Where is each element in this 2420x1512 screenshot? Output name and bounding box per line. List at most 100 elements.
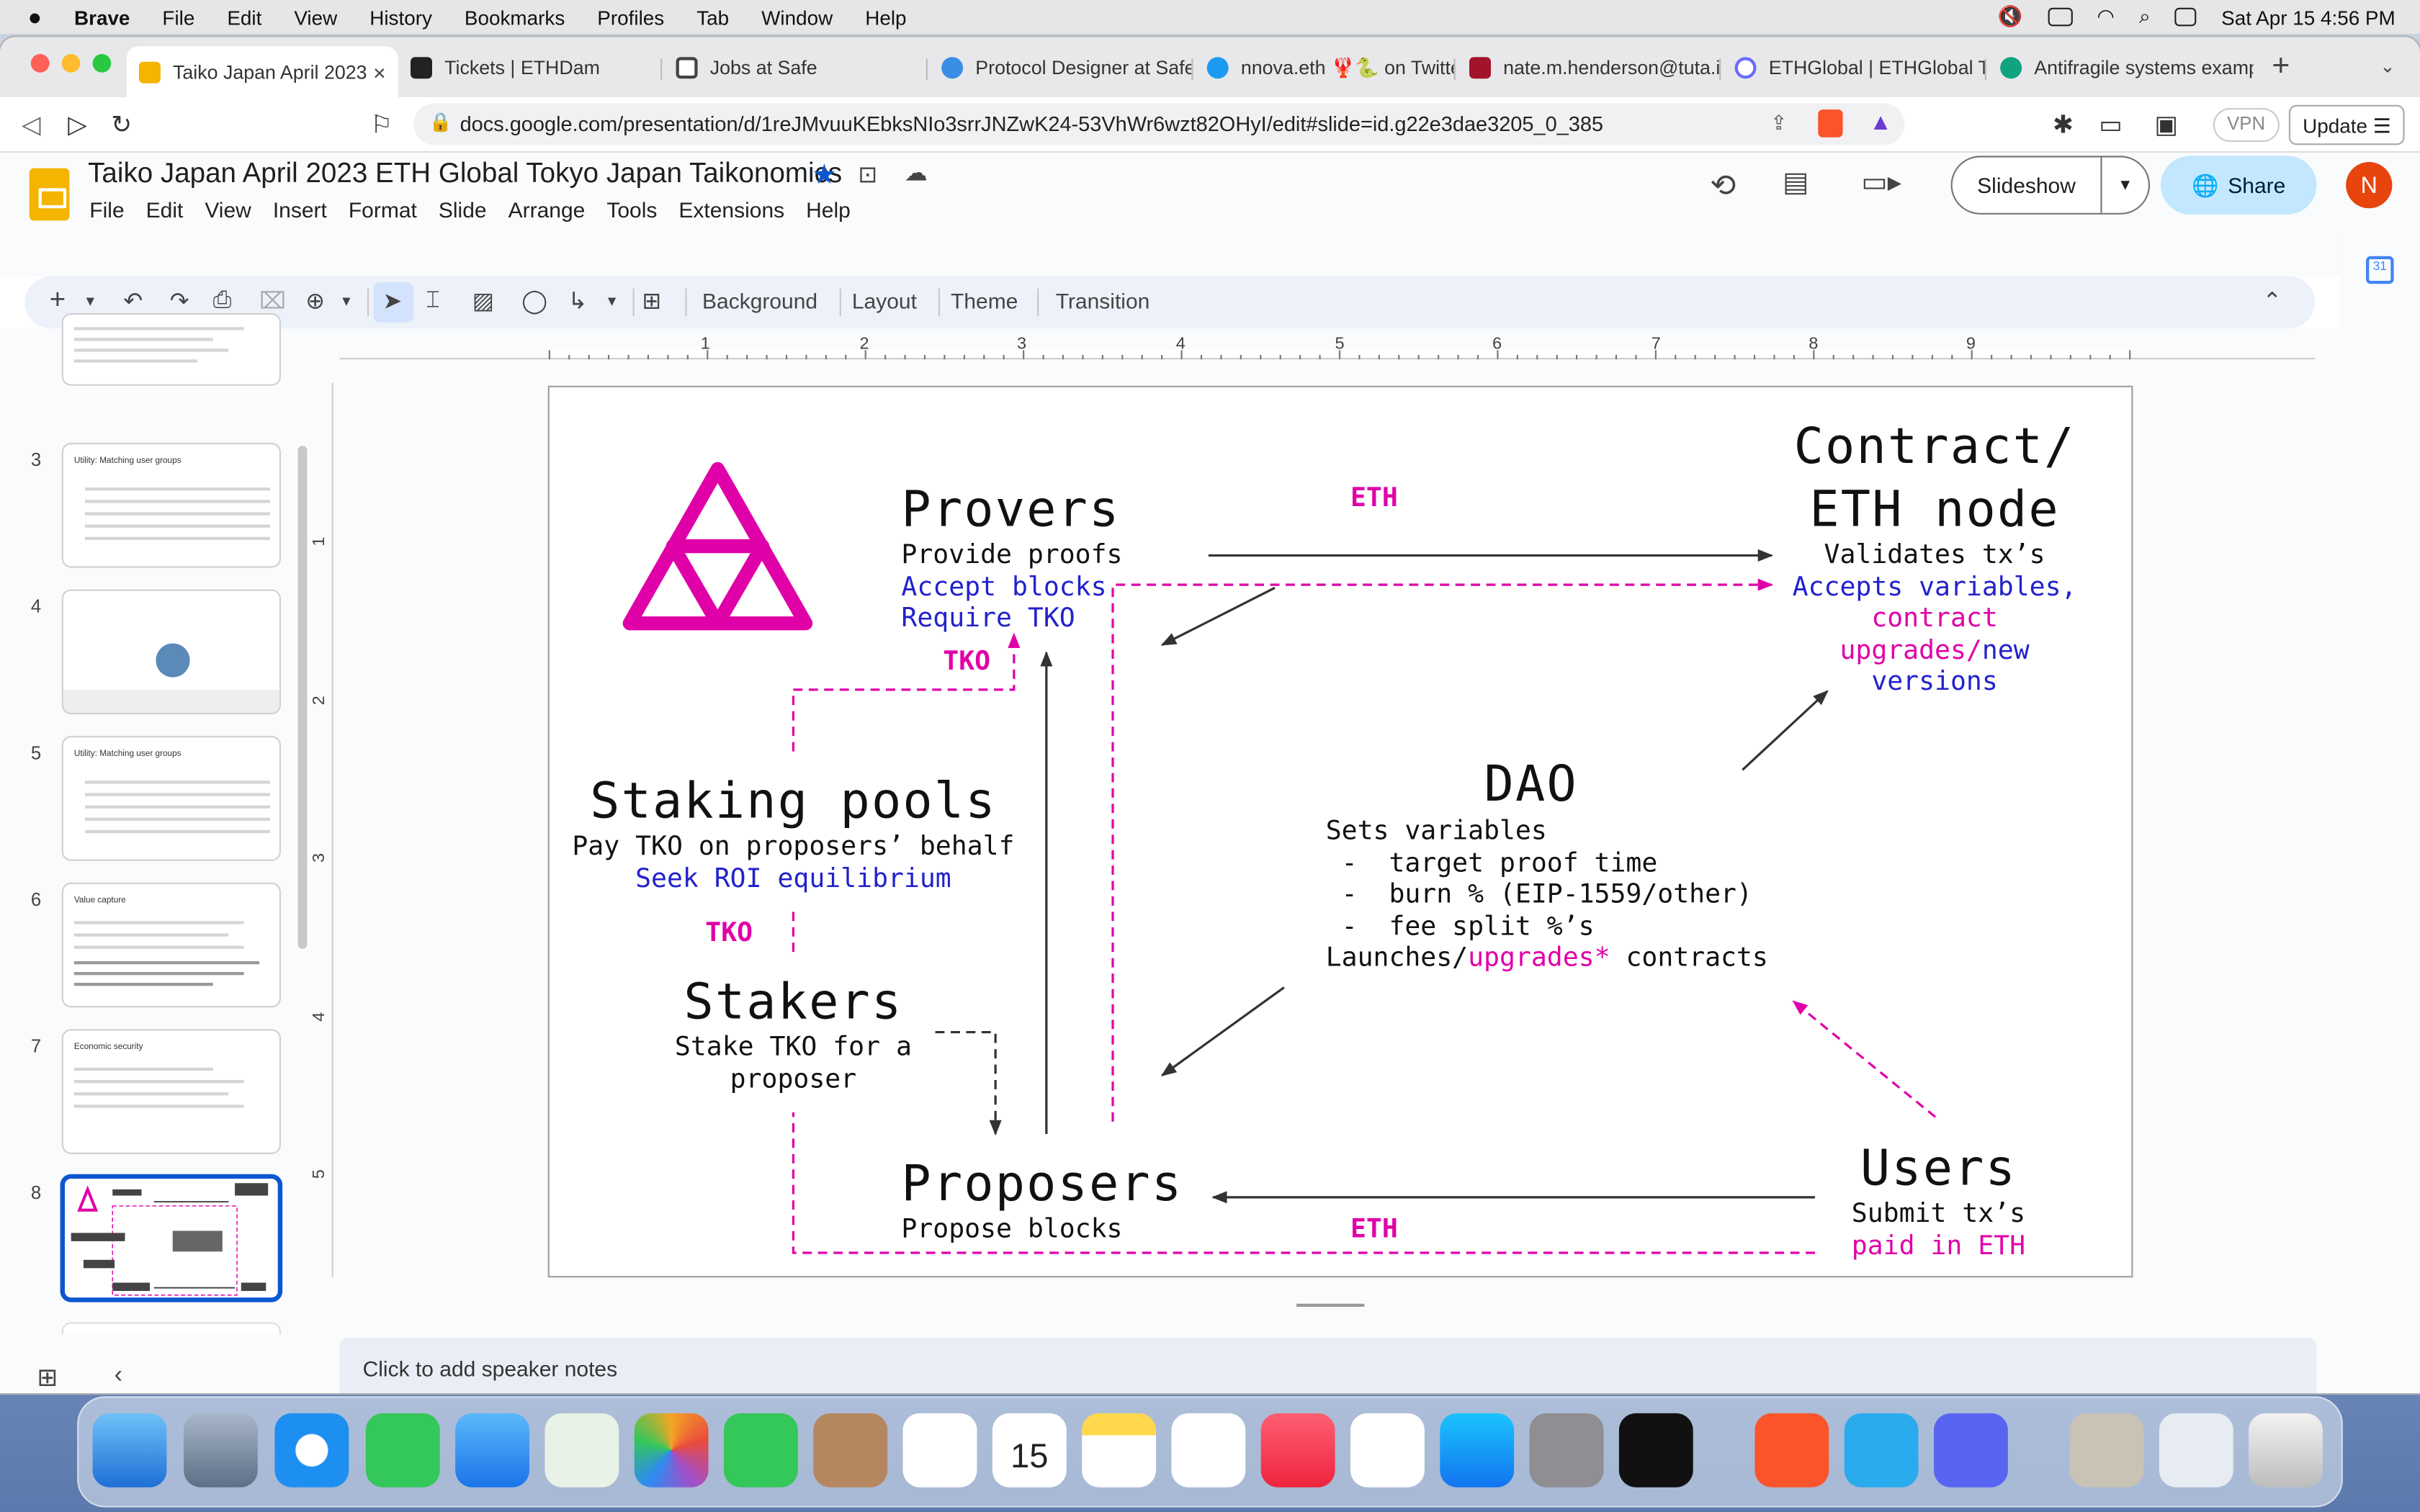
menubar-window[interactable]: Window — [761, 6, 833, 29]
tab-twitter[interactable]: nnova.eth 🦞🐍 on Twitter — [1195, 46, 1454, 89]
update-button[interactable]: Update ☰ — [2288, 104, 2406, 145]
line-dropdown-icon[interactable]: ▼ — [605, 293, 619, 308]
contacts-dock-icon[interactable] — [813, 1413, 888, 1488]
forward-icon[interactable]: ▷ — [68, 109, 86, 140]
wifi-icon[interactable]: ◠ — [2097, 4, 2114, 29]
menubar-profiles[interactable]: Profiles — [597, 6, 664, 29]
search-icon[interactable]: ⌕ — [2139, 4, 2151, 29]
slide-thumbnail-3[interactable]: Utility: Matching user groups — [61, 443, 281, 568]
tab-tuta-mail[interactable]: nate.m.henderson@tuta.io — [1457, 46, 1719, 89]
image-icon[interactable]: ▨ — [472, 287, 494, 315]
apple-tv-icon[interactable] — [1618, 1413, 1693, 1488]
move-folder-icon[interactable]: ⊡ — [858, 161, 877, 188]
comments-icon[interactable]: ▤ — [1783, 166, 1809, 199]
menu-slide[interactable]: Slide — [439, 197, 487, 222]
menubar-app-name[interactable]: Brave — [74, 6, 130, 29]
print-icon[interactable]: ⎙ — [213, 287, 232, 313]
notes-icon[interactable] — [1082, 1413, 1156, 1488]
slide-thumbnail-5[interactable]: Utility: Matching user groups — [61, 736, 281, 861]
grid-view-icon[interactable]: ⊞ — [37, 1362, 58, 1393]
menu-view[interactable]: View — [205, 197, 251, 222]
extensions-icon[interactable]: ✱ — [2053, 109, 2074, 140]
freeform-icon[interactable] — [1171, 1413, 1246, 1488]
tab-ethdam[interactable]: Tickets | ETHDam — [398, 46, 660, 89]
maps-dock-icon[interactable] — [544, 1413, 619, 1488]
menubar-bookmarks[interactable]: Bookmarks — [465, 6, 565, 29]
slide-canvas[interactable]: Provers Provide proofs Accept blocks Req… — [547, 385, 2133, 1278]
speaker-notes[interactable]: Click to add speaker notes — [339, 1337, 2317, 1393]
bookmark-icon[interactable]: ⚐ — [370, 109, 393, 140]
facetime-icon[interactable] — [723, 1413, 798, 1488]
menu-arrange[interactable]: Arrange — [508, 197, 586, 222]
tab-list-chevron-icon[interactable]: ⌄ — [2380, 55, 2396, 77]
menubar-view[interactable]: View — [294, 6, 337, 29]
presentation-title[interactable]: Taiko Japan April 2023 ETH Global Tokyo … — [88, 158, 842, 190]
apple-icon[interactable]: ● — [28, 4, 42, 30]
menu-help[interactable]: Help — [806, 197, 851, 222]
vpn-button[interactable]: VPN — [2213, 108, 2280, 143]
menu-insert[interactable]: Insert — [273, 197, 327, 222]
theme-button[interactable]: Theme — [951, 289, 1018, 313]
close-tab-icon[interactable]: × — [373, 60, 386, 85]
collapse-filmstrip-icon[interactable]: ‹ — [115, 1362, 122, 1390]
menu-file[interactable]: File — [89, 197, 124, 222]
photos-icon[interactable] — [634, 1413, 709, 1488]
sidebar-icon[interactable]: ▭ — [2099, 109, 2122, 140]
slide-thumbnail-8[interactable] — [61, 1175, 281, 1301]
back-icon[interactable]: ◁ — [22, 109, 40, 140]
zoom-icon[interactable]: ⊕ — [305, 287, 325, 315]
layout-button[interactable]: Layout — [852, 289, 917, 313]
menubar-edit[interactable]: Edit — [227, 6, 261, 29]
close-window-icon[interactable] — [30, 54, 50, 73]
brave-shields-icon[interactable] — [1818, 109, 1843, 138]
meet-icon[interactable]: ▭▸ — [1861, 166, 1901, 199]
new-slide-dropdown-icon[interactable]: ▼ — [84, 293, 97, 308]
menubar-history[interactable]: History — [369, 6, 432, 29]
shape-icon[interactable]: ◯ — [521, 287, 547, 315]
news-icon[interactable] — [1350, 1413, 1425, 1488]
finder-icon[interactable] — [92, 1413, 167, 1488]
collapse-toolbar-icon[interactable]: ⌃ — [2262, 287, 2282, 315]
version-history-icon[interactable]: ⟲ — [1710, 166, 1736, 205]
slide-thumbnail-7[interactable]: Economic security — [61, 1029, 281, 1154]
tab-taiko-slides[interactable]: Taiko Japan April 2023 × — [126, 46, 398, 99]
music-icon[interactable] — [1260, 1413, 1335, 1488]
slide-thumbnail-2[interactable] — [61, 313, 281, 386]
reminders-icon[interactable] — [902, 1413, 977, 1488]
slide-thumbnail-4[interactable] — [61, 589, 281, 715]
tab-ethglobal[interactable]: ETHGlobal | ETHGlobal To — [1722, 46, 1985, 89]
launchpad-icon[interactable] — [183, 1413, 258, 1488]
tab-protocol-designer[interactable]: Protocol Designer at Safe — [929, 46, 1191, 89]
calendar-icon[interactable]: 31 — [2366, 256, 2394, 284]
wallet-icon[interactable]: ▣ — [2154, 109, 2177, 140]
reload-icon[interactable]: ↻ — [111, 109, 132, 140]
slideshow-dropdown-icon[interactable]: ▼ — [2100, 157, 2148, 213]
comment-add-icon[interactable]: ⊞ — [642, 287, 661, 315]
google-slides-logo-icon[interactable] — [29, 168, 70, 221]
slideshow-button[interactable]: Slideshow ▼ — [1950, 156, 2150, 215]
menubar-clock[interactable]: Sat Apr 15 4:56 PM — [2221, 6, 2396, 29]
battery-icon[interactable] — [2047, 7, 2073, 27]
menubar-help[interactable]: Help — [865, 6, 906, 29]
text-box-icon[interactable]: ⌶ — [426, 287, 439, 313]
brave-dock-icon[interactable] — [1754, 1413, 1829, 1488]
brave-rewards-icon[interactable]: ▲ — [1869, 109, 1892, 135]
slide-thumbnail-6[interactable]: Value capture — [61, 882, 281, 1008]
zoom-dropdown-icon[interactable]: ▼ — [339, 293, 353, 308]
menubar-tab[interactable]: Tab — [696, 6, 729, 29]
redo-icon[interactable]: ↷ — [170, 287, 189, 315]
share-button[interactable]: 🌐 Share — [2161, 156, 2317, 215]
menu-format[interactable]: Format — [349, 197, 417, 222]
downloads-stack-icon[interactable] — [2069, 1413, 2144, 1488]
transition-button[interactable]: Transition — [1056, 289, 1150, 313]
safari-icon[interactable] — [274, 1413, 349, 1488]
system-settings-icon[interactable] — [1529, 1413, 1604, 1488]
filmstrip-scrollbar[interactable] — [297, 446, 308, 949]
trash-icon[interactable] — [2249, 1413, 2323, 1488]
control-center-icon[interactable] — [2174, 7, 2197, 27]
menu-edit[interactable]: Edit — [146, 197, 184, 222]
menu-tools[interactable]: Tools — [606, 197, 657, 222]
url-field[interactable]: 🔒 docs.google.com/presentation/d/1reJMvu… — [413, 103, 1905, 145]
new-tab-icon[interactable]: + — [2272, 50, 2290, 85]
star-icon[interactable]: ★ — [812, 159, 837, 192]
